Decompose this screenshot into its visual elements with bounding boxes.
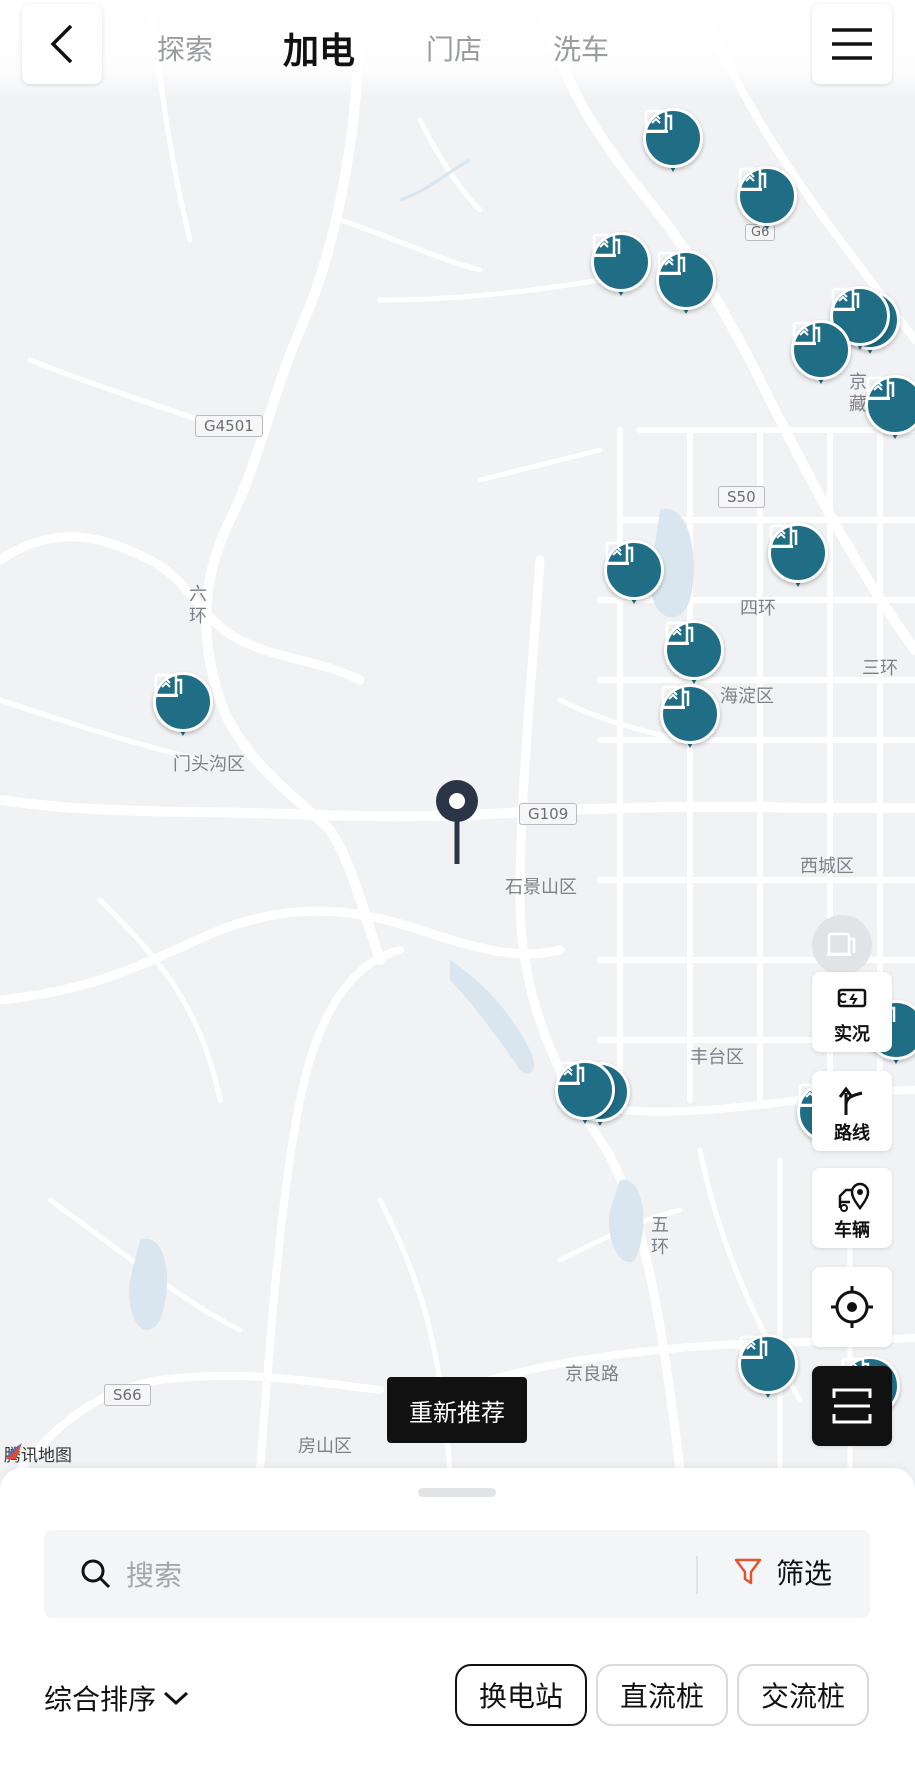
tab-stores[interactable]: 门店	[426, 28, 482, 68]
charging-station-marker[interactable]	[660, 684, 720, 756]
chevron-down-icon	[164, 1691, 189, 1706]
crosshair-locate-icon	[831, 1286, 873, 1328]
charging-station-marker[interactable]	[865, 375, 915, 447]
search-divider	[696, 1556, 698, 1594]
charging-station-icon	[792, 321, 821, 345]
chip-battery-swap[interactable]: 换电站	[455, 1664, 587, 1726]
tab-explore[interactable]: 探索	[157, 28, 213, 68]
charging-station-marker[interactable]	[153, 672, 213, 744]
map-pin-icon	[436, 780, 478, 864]
filter-button[interactable]: 筛选	[734, 1552, 832, 1592]
charging-station-icon	[738, 167, 767, 191]
vehicle-label: 车辆	[834, 1220, 870, 1241]
search-bar: 筛选	[44, 1530, 870, 1618]
recommend-again-button[interactable]: 重新推荐	[387, 1377, 527, 1443]
charging-station-marker[interactable]	[738, 1334, 798, 1406]
place-label-fengtai: 丰台区	[690, 1047, 744, 1068]
menu-button[interactable]	[812, 4, 892, 84]
charging-station-icon	[556, 1061, 585, 1085]
charging-station-icon	[154, 673, 183, 697]
live-traffic-icon	[837, 988, 867, 1008]
tab-car-wash[interactable]: 洗车	[553, 28, 609, 68]
chip-ac-charger[interactable]: 交流桩	[737, 1664, 869, 1726]
search-icon	[81, 1559, 111, 1589]
sort-label: 综合排序	[44, 1683, 157, 1716]
charging-station-icon	[661, 685, 690, 709]
vehicle-button[interactable]: 车辆	[812, 1168, 892, 1248]
charging-station-marker[interactable]	[604, 540, 664, 612]
charging-station-icon	[866, 376, 895, 400]
place-label-fangshan: 房山区	[298, 1436, 352, 1457]
place-label-mentougou: 门头沟区	[173, 754, 245, 775]
sort-dropdown[interactable]: 综合排序	[44, 1678, 190, 1718]
charging-station-icon	[644, 109, 673, 133]
road-label-g109: G109	[519, 803, 578, 825]
faded-station-marker	[812, 915, 872, 975]
sheet-drag-handle[interactable]	[418, 1488, 496, 1497]
filter-funnel-icon	[734, 1558, 762, 1585]
top-bar: 探索 加电 门店 洗车	[0, 0, 915, 100]
charging-station-icon	[592, 233, 621, 257]
road-label-s50: S50	[718, 486, 765, 508]
road-label-s66: S66	[104, 1384, 151, 1406]
charging-station-marker[interactable]	[664, 620, 724, 692]
back-button[interactable]	[22, 4, 102, 84]
chevron-left-icon	[50, 24, 73, 64]
charging-station-icon	[657, 251, 686, 275]
place-label-shijingshan: 石景山区	[505, 877, 577, 898]
charging-station-marker[interactable]	[656, 250, 716, 322]
map-attribution: 腾讯地图	[4, 1441, 72, 1466]
bottom-sheet: 筛选 综合排序 换电站 直流桩 交流桩	[0, 1468, 915, 1778]
charging-station-marker[interactable]	[791, 320, 851, 392]
vehicle-location-icon	[838, 1182, 870, 1212]
filter-label: 筛选	[776, 1557, 833, 1590]
place-label-fourth-ring: 四环	[740, 598, 776, 619]
map-view[interactable]: G4501 S50 G109 S66 G6 门头沟区 石景山区 海淀区 西城区 …	[0, 0, 915, 1470]
charging-station-marker[interactable]	[591, 232, 651, 304]
route-button[interactable]: 路线	[812, 1071, 892, 1151]
route-label: 路线	[834, 1123, 870, 1144]
charging-station-marker[interactable]	[555, 1060, 615, 1132]
charging-station-marker[interactable]	[643, 108, 703, 180]
scan-button[interactable]	[812, 1366, 892, 1446]
charging-station-icon	[769, 524, 798, 548]
charging-station-icon	[831, 287, 860, 311]
search-input[interactable]	[124, 1550, 688, 1600]
route-fork-icon	[838, 1086, 863, 1115]
place-label-third-ring: 三环	[862, 658, 898, 679]
charging-station-icon	[827, 932, 856, 956]
live-traffic-label: 实况	[834, 1024, 870, 1045]
hamburger-menu-icon	[832, 28, 872, 60]
live-traffic-button[interactable]: 实况	[812, 972, 892, 1052]
locate-button[interactable]	[812, 1267, 892, 1347]
place-label-xicheng: 西城区	[800, 856, 854, 877]
tab-charging[interactable]: 加电	[283, 22, 355, 74]
charging-station-icon	[739, 1335, 768, 1359]
charging-station-icon	[665, 621, 694, 645]
road-label-g4501: G4501	[195, 415, 263, 437]
charging-station-icon	[605, 541, 634, 565]
vertical-label-sixth-ring: 六环	[189, 584, 207, 627]
charging-station-marker[interactable]	[737, 166, 797, 238]
vertical-label-fifth-ring: 五环	[651, 1215, 669, 1258]
tencent-map-logo-icon	[6, 1443, 22, 1459]
chip-dc-charger[interactable]: 直流桩	[596, 1664, 728, 1726]
place-label-haidian: 海淀区	[720, 686, 774, 707]
place-label-jingliang-road: 京良路	[565, 1364, 619, 1385]
scan-icon	[832, 1388, 872, 1424]
charging-station-marker[interactable]	[768, 523, 828, 595]
